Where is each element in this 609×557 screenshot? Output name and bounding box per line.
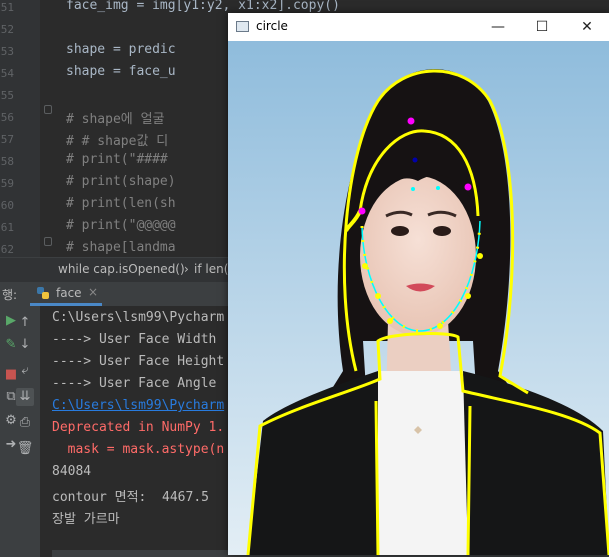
console-line: contour 면적: 4467.5: [52, 490, 209, 505]
close-tab-icon[interactable]: ×: [88, 285, 98, 299]
line-number: 56: [0, 111, 14, 124]
scroll-up-icon[interactable]: ↑: [16, 314, 34, 332]
print-icon[interactable]: ⎙: [16, 414, 34, 432]
code-line: # print(len(sh: [66, 196, 176, 211]
console-line: Deprecated in NumPy 1.: [52, 420, 225, 435]
line-number: 58: [0, 155, 14, 168]
maximize-button[interactable]: ☐: [520, 13, 564, 41]
run-label: 행:: [2, 288, 18, 302]
line-number: 59: [0, 177, 14, 190]
portrait-image: [228, 41, 609, 555]
editor-gutter: 51 52 53 54 55 56 57 58 59 60 61 62: [0, 0, 40, 257]
code-line: # shape[landma: [66, 240, 176, 255]
console-line: ----> User Face Angle: [52, 376, 217, 391]
window-titlebar[interactable]: circle — ☐ ✕: [228, 13, 609, 41]
console-line: 장발 가르마: [52, 512, 120, 527]
breadcrumb-item-if[interactable]: if len(: [194, 262, 228, 276]
console-line: C:\Users\lsm99\Pycharm: [52, 310, 225, 325]
line-number: 51: [0, 1, 14, 14]
fold-marker-icon[interactable]: [44, 105, 52, 114]
line-number: 55: [0, 89, 14, 102]
line-number: 60: [0, 199, 14, 212]
window-title: circle: [256, 19, 288, 33]
code-line: shape = face_u: [66, 64, 176, 79]
line-number: 54: [0, 67, 14, 80]
line-number: 61: [0, 221, 14, 234]
console-line: ----> User Face Width: [52, 332, 217, 347]
fold-marker-icon[interactable]: [44, 237, 52, 246]
code-line: # # shape값 디: [66, 134, 169, 149]
console-line: ----> User Face Height: [52, 354, 225, 369]
breadcrumb-separator: ›: [184, 262, 189, 276]
line-number: 53: [0, 45, 14, 58]
line-number: 62: [0, 243, 14, 256]
code-line: face_img = img[y1:y2, x1:x2].copy(): [66, 0, 340, 13]
run-toolbar: ▶ ↑ ✎ ↓ ■ ⤶ ⧉ ⇊ ⚙ ⎙ ➜ 🗑: [0, 306, 40, 557]
close-button[interactable]: ✕: [565, 13, 609, 41]
console-line: 84084: [52, 464, 92, 479]
console-link[interactable]: C:\Users\lsm99\Pycharm: [52, 398, 224, 413]
window-app-icon: [236, 21, 249, 32]
console-line: mask = mask.astype(n: [52, 442, 225, 457]
python-icon: [36, 286, 50, 300]
soft-wrap-icon[interactable]: ⤶: [16, 362, 34, 380]
tab-face[interactable]: face ×: [30, 282, 102, 306]
code-line: # print(shape): [66, 174, 176, 189]
trash-icon[interactable]: 🗑: [16, 440, 34, 458]
circle-window: circle — ☐ ✕: [228, 13, 609, 555]
line-number: 57: [0, 133, 14, 146]
scroll-down-icon[interactable]: ↓: [16, 336, 34, 354]
breadcrumb-item-while[interactable]: while cap.isOpened(): [58, 262, 185, 276]
tab-face-label: face: [56, 286, 82, 300]
scroll-to-end-icon[interactable]: ⇊: [16, 388, 34, 406]
minimize-button[interactable]: —: [476, 13, 520, 41]
code-line: # shape에 얼굴: [66, 112, 165, 127]
code-line: # print("@@@@@: [66, 218, 176, 233]
code-line: shape = predic: [66, 42, 176, 57]
line-number: 52: [0, 23, 14, 36]
code-line: # print("####: [66, 152, 168, 167]
